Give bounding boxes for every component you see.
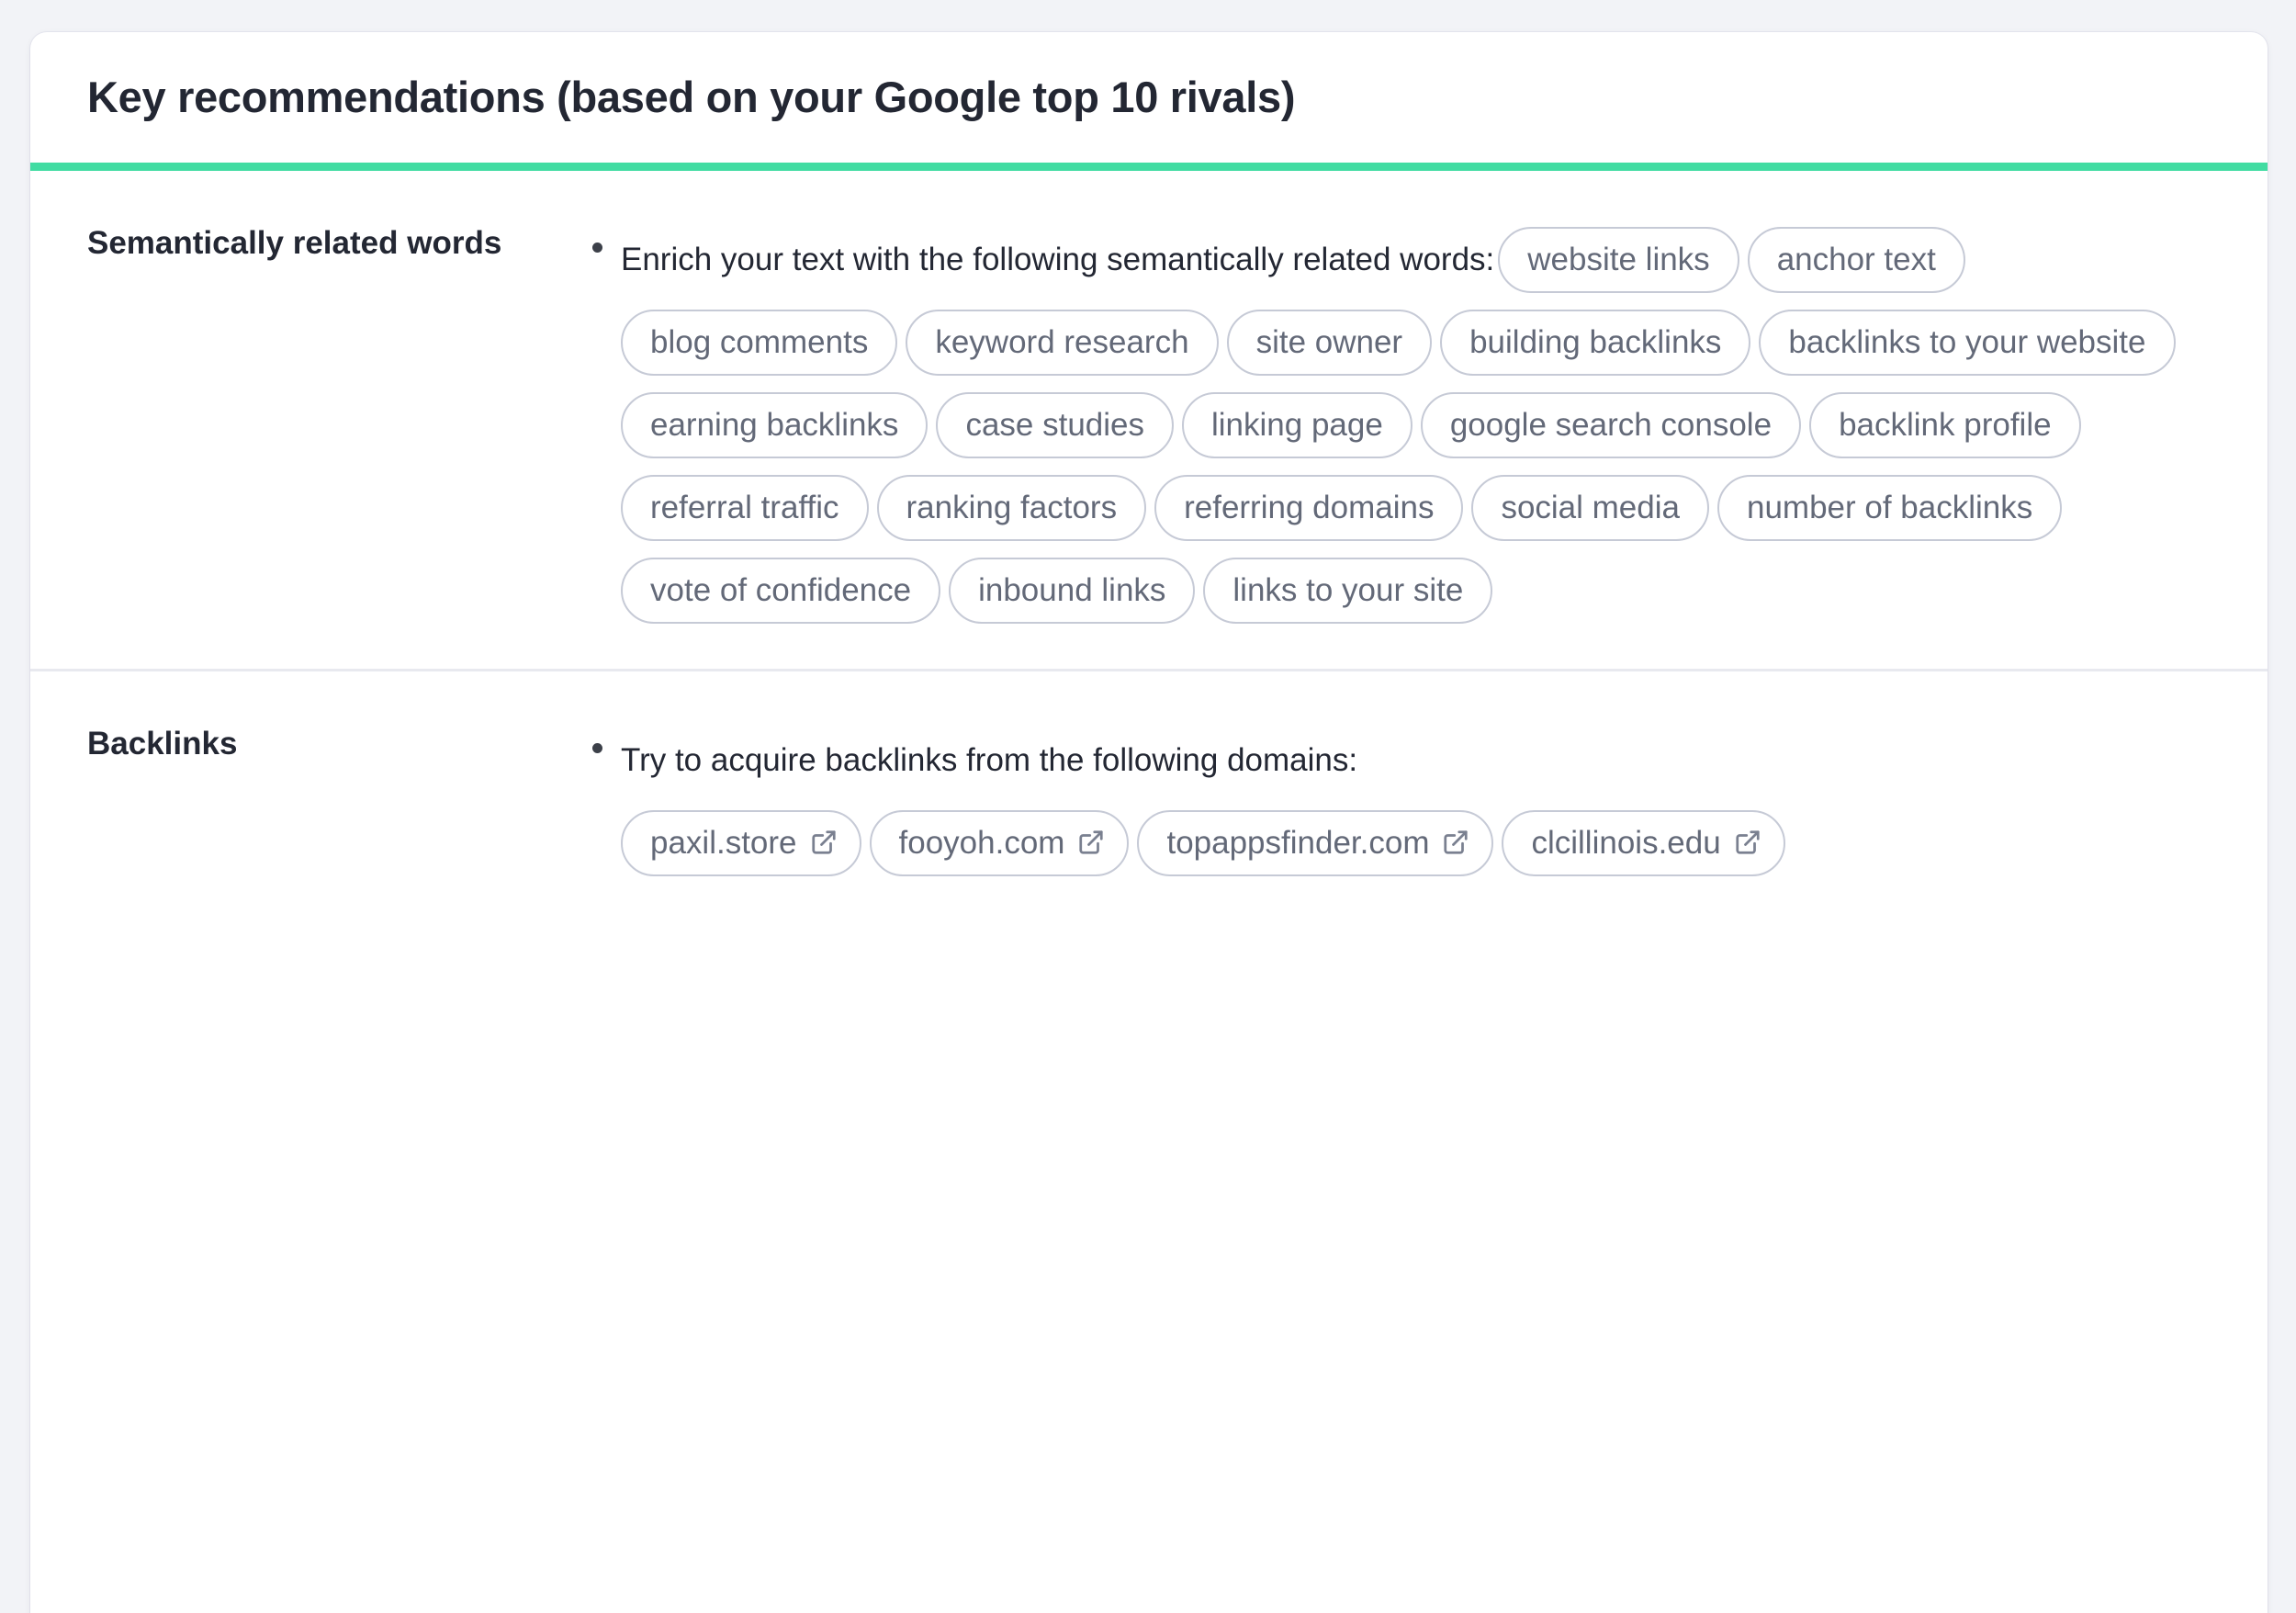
- tag-pill[interactable]: backlink profile: [1809, 392, 2081, 458]
- recommendation-text: Enrich your text with the following sema…: [621, 242, 1495, 277]
- section-label-backlinks: Backlinks: [87, 726, 238, 761]
- tag-pill[interactable]: earning backlinks: [621, 392, 929, 458]
- section-body-backlinks: Try to acquire backlinks from the follow…: [588, 719, 2211, 885]
- domain-pill[interactable]: fooyoh.com: [869, 810, 1130, 876]
- card-header: Key recommendations (based on your Googl…: [30, 32, 2268, 163]
- tag-pill[interactable]: linking page: [1182, 392, 1412, 458]
- bottom-fade-overlay: [30, 1474, 2268, 1613]
- tag-pill[interactable]: referring domains: [1154, 475, 1464, 541]
- recommendation-bullet: Try to acquire backlinks from the follow…: [588, 719, 2211, 885]
- tag-pill[interactable]: backlinks to your website: [1759, 310, 2176, 376]
- external-link-icon: [810, 829, 838, 856]
- tag-pill[interactable]: blog comments: [621, 310, 898, 376]
- tag-pill[interactable]: website links: [1498, 227, 1739, 293]
- domain-pill-label: fooyoh.com: [898, 825, 1065, 861]
- key-recommendations-card: Key recommendations (based on your Googl…: [30, 32, 2268, 1613]
- section-body-semantically-related-words: Enrich your text with the following sema…: [588, 219, 2211, 632]
- accent-bar: [30, 163, 2268, 171]
- recommendation-text: Try to acquire backlinks from the follow…: [621, 742, 1358, 778]
- tag-pill[interactable]: keyword research: [906, 310, 1219, 376]
- domain-pill[interactable]: clcillinois.edu: [1502, 810, 1785, 876]
- tag-pill[interactable]: google search console: [1420, 392, 1802, 458]
- bullet-dot-icon: [592, 243, 602, 253]
- external-link-icon: [1734, 829, 1761, 856]
- tag-pill[interactable]: ranking factors: [876, 475, 1147, 541]
- domain-pill-label: topappsfinder.com: [1166, 825, 1430, 861]
- tag-pill[interactable]: vote of confidence: [621, 558, 941, 624]
- page-root: Key recommendations (based on your Googl…: [0, 0, 2296, 1613]
- domain-pill-label: clcillinois.edu: [1531, 825, 1721, 861]
- tag-pill[interactable]: case studies: [936, 392, 1174, 458]
- tag-pill[interactable]: links to your site: [1203, 558, 1493, 624]
- domain-pill-label: paxil.store: [650, 825, 797, 861]
- tag-pill[interactable]: referral traffic: [621, 475, 869, 541]
- section-backlinks: Backlinks Try to acquire backlinks from …: [30, 669, 2268, 921]
- tag-pill[interactable]: inbound links: [949, 558, 1196, 624]
- domain-pill[interactable]: topappsfinder.com: [1137, 810, 1494, 876]
- section-label-semantically-related-words: Semantically related words: [87, 225, 502, 261]
- page-title: Key recommendations (based on your Googl…: [87, 73, 1296, 122]
- section-semantically-related-words: Semantically related words Enrich your t…: [30, 171, 2268, 669]
- domain-pill[interactable]: paxil.store: [621, 810, 861, 876]
- external-link-icon: [1077, 829, 1105, 856]
- tag-pill[interactable]: anchor text: [1747, 227, 1965, 293]
- tag-pill[interactable]: social media: [1471, 475, 1709, 541]
- tag-pill[interactable]: building backlinks: [1440, 310, 1751, 376]
- tag-pill[interactable]: number of backlinks: [1716, 475, 2063, 541]
- external-link-icon: [1442, 829, 1469, 856]
- tag-pill[interactable]: site owner: [1226, 310, 1433, 376]
- bullet-dot-icon: [592, 743, 602, 753]
- recommendation-bullet: Enrich your text with the following sema…: [588, 219, 2211, 632]
